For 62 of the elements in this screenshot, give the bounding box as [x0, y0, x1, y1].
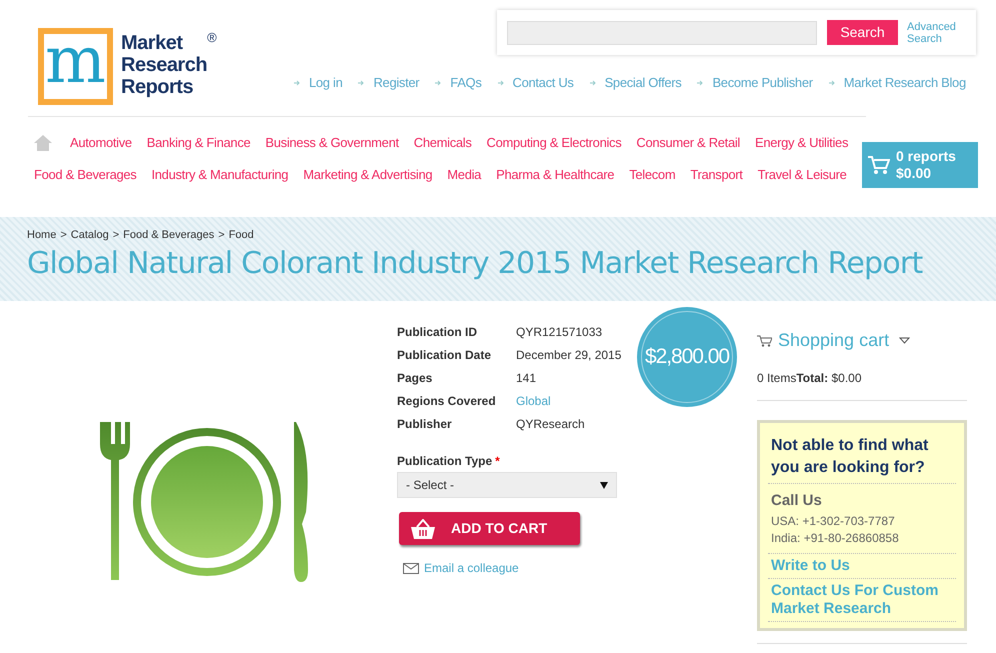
detail-label: Pages	[397, 370, 434, 387]
category-link[interactable]: Energy & Utilities	[754, 133, 848, 153]
phone-number: USA: +1-302-703-7787	[771, 512, 896, 530]
required-mark: *	[495, 453, 500, 470]
publication-type-select[interactable]: - Select -	[397, 472, 617, 498]
logo-mark[interactable]: m	[38, 28, 113, 105]
logo-text: Market	[121, 32, 184, 54]
add-to-cart-button[interactable]: ADD TO CART	[399, 512, 580, 545]
category-link[interactable]: Chemicals	[414, 133, 472, 153]
top-link[interactable]: Log in	[309, 73, 342, 92]
top-link[interactable]: Market Research Blog	[844, 73, 966, 92]
logo-text: Reports	[121, 76, 194, 98]
help-heading: Not able to find what you are looking for?	[768, 435, 956, 484]
top-link[interactable]: Register	[373, 73, 420, 92]
top-link[interactable]: Special Offers	[604, 73, 682, 92]
field-label: Publication Type	[397, 453, 492, 470]
category-link[interactable]: Industry & Manufacturing	[151, 165, 288, 185]
shopping-cart-link[interactable]: Shopping cart	[778, 327, 890, 354]
category-link[interactable]: Consumer & Retail	[636, 133, 740, 153]
breadcrumb-separator: >	[218, 228, 225, 243]
top-link[interactable]: FAQs	[450, 73, 482, 92]
breadcrumb-link[interactable]: Home	[27, 227, 56, 244]
category-link[interactable]: Marketing & Advertising	[303, 165, 432, 185]
advanced-search-link[interactable]: Advanced Search	[907, 20, 956, 44]
category-link[interactable]: Banking & Finance	[146, 133, 250, 153]
category-link[interactable]: Travel & Leisure	[758, 165, 847, 185]
breadcrumb-link[interactable]: Catalog	[70, 227, 109, 244]
breadcrumb-link[interactable]: Food & Beverages	[123, 227, 214, 244]
category-link[interactable]: Telecom	[629, 165, 676, 185]
detail-label: Publication Date	[397, 347, 492, 364]
category-link[interactable]: Pharma & Healthcare	[496, 165, 614, 185]
category-link[interactable]: Business & Government	[265, 133, 399, 153]
price-badge: $2,800.00	[637, 307, 737, 407]
email-colleague-link[interactable]: Email a colleague	[424, 559, 519, 577]
category-link[interactable]: Media	[447, 165, 482, 185]
page-title: Global Natural Colorant Industry 2015 Market Research Report	[27, 246, 924, 282]
call-us-title: Call Us	[771, 491, 823, 511]
detail-value: QYR121571033	[516, 324, 602, 341]
detail-link[interactable]: Global	[516, 392, 551, 410]
detail-label: Publisher	[397, 416, 453, 433]
search-button[interactable]: Search	[827, 20, 898, 45]
top-link[interactable]: Become Publisher	[712, 73, 813, 92]
breadcrumb-separator: >	[112, 228, 120, 243]
cart-button[interactable]: 0 reports $0.00	[862, 142, 978, 188]
phone-number: India: +91-80-26860858	[771, 530, 900, 546]
detail-label: Publication ID	[397, 324, 478, 341]
logo-text: Research	[121, 54, 208, 76]
detail-value: QYResearch	[516, 416, 585, 433]
help-link[interactable]: Write to Us	[771, 556, 953, 574]
detail-value: 141	[516, 370, 536, 387]
breadcrumb-link[interactable]: Food	[228, 227, 254, 244]
cart-summary: 0 ItemsTotal: $0.00	[757, 370, 863, 387]
breadcrumb-separator: >	[60, 228, 67, 243]
category-link[interactable]: Automotive	[70, 133, 132, 153]
detail-value: December 29, 2015	[516, 347, 622, 364]
category-link[interactable]: Computing & Electronics	[486, 133, 622, 153]
help-link[interactable]: Contact Us For Custom Market Research	[771, 582, 953, 618]
category-link[interactable]: Transport	[690, 165, 743, 185]
detail-label: Regions Covered	[397, 393, 497, 410]
top-link[interactable]: Contact Us	[512, 73, 574, 92]
registered-mark: ®	[207, 29, 217, 47]
category-link[interactable]: Food & Beverages	[34, 165, 136, 185]
